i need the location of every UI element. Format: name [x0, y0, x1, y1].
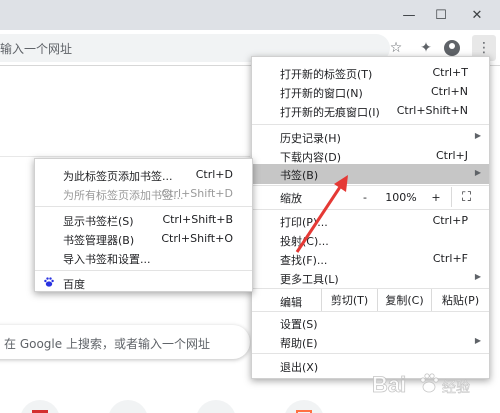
menu-item-shortcut: Ctrl+P: [432, 214, 468, 227]
edit-row: 编辑 剪切(T) 复制(C) 粘贴(P): [252, 289, 489, 311]
menu-item-label: 帮助(E): [280, 337, 318, 350]
menu-item-new-window[interactable]: 打开新的窗口(N) Ctrl+N: [252, 82, 489, 102]
menu-item-label: 显示书签栏(S): [63, 215, 134, 228]
address-bar-text: 输入一个网址: [0, 42, 73, 56]
menu-item-label: 书签(B): [280, 169, 319, 182]
menu-item-incognito[interactable]: 打开新的无痕窗口(I) Ctrl+Shift+N: [252, 101, 489, 121]
menu-divider: [252, 124, 489, 125]
menu-divider: [252, 209, 489, 210]
menu-item-label: 查找(F)...: [280, 254, 328, 267]
menu-item-label: 书签管理器(B): [63, 234, 135, 247]
menu-item-label: 投射(C)...: [280, 235, 329, 248]
copy-button[interactable]: 复制(C): [377, 289, 431, 311]
menu-item-show-bookmarks-bar[interactable]: 显示书签栏(S) Ctrl+Shift+B: [35, 210, 252, 229]
menu-item-label: 设置(S): [280, 318, 318, 331]
chrome-main-menu: 打开新的标签页(T) Ctrl+T 打开新的窗口(N) Ctrl+N 打开新的无…: [251, 56, 490, 379]
search-box[interactable]: 在 Google 上搜索，或者输入一个网址: [0, 325, 250, 359]
svg-text:经验: 经验: [442, 379, 470, 395]
zoom-in-button[interactable]: +: [421, 187, 451, 207]
menu-item-label: 百度: [63, 278, 85, 291]
submenu-arrow-icon: ▶: [474, 131, 481, 140]
menu-item-bookmark-manager[interactable]: 书签管理器(B) Ctrl+Shift+O: [35, 229, 252, 248]
menu-item-shortcut: Ctrl+J: [435, 149, 468, 162]
baidu-jingyan-watermark: Bai 经验: [372, 372, 471, 398]
menu-item-find[interactable]: 查找(F)... Ctrl+F: [252, 249, 489, 269]
submenu-arrow-icon: ▶: [474, 168, 481, 177]
menu-item-bookmarks[interactable]: 书签(B) ▶: [252, 164, 489, 184]
bookmarks-submenu: 为此标签页添加书签... Ctrl+D 为所有标签页添加书签... Ctrl+S…: [34, 158, 253, 292]
menu-item-label: 历史记录(H): [280, 132, 341, 145]
menu-item-help[interactable]: 帮助(E) ▶: [252, 332, 489, 352]
shortcut-tile[interactable]: [196, 400, 236, 413]
baidu-paw-icon: [44, 277, 54, 287]
shortcut-tile[interactable]: [20, 400, 60, 413]
menu-item-shortcut: Ctrl+Shift+N: [396, 104, 468, 117]
menu-item-shortcut: Ctrl+D: [195, 168, 233, 181]
menu-divider: [35, 270, 252, 271]
menu-item-bookmark-all-tabs: 为所有标签页添加书签... Ctrl+Shift+D: [35, 184, 252, 203]
watermark-paw-icon: [420, 373, 439, 393]
paste-button[interactable]: 粘贴(P): [431, 289, 489, 311]
shortcut-tile[interactable]: [108, 400, 148, 413]
menu-item-shortcut: Ctrl+T: [432, 66, 468, 79]
zoom-label: 缩放: [280, 192, 302, 205]
menu-item-shortcut: Ctrl+Shift+B: [162, 213, 233, 226]
edit-label: 编辑: [280, 296, 302, 309]
avatar[interactable]: [444, 40, 460, 56]
menu-divider: [35, 206, 252, 207]
close-icon[interactable]: ✕: [454, 0, 500, 30]
menu-item-label: 打开新的标签页(T): [280, 68, 373, 81]
title-bar: — ☐ ✕: [0, 0, 500, 30]
submenu-arrow-icon: ▶: [474, 336, 481, 345]
menu-item-label: 下载内容(D): [280, 151, 342, 164]
menu-item-bookmark-this-tab[interactable]: 为此标签页添加书签... Ctrl+D: [35, 165, 252, 184]
svg-text:Bai: Bai: [372, 372, 406, 397]
content-divider: [0, 67, 250, 157]
zoom-out-button[interactable]: -: [349, 187, 381, 207]
menu-item-baidu-bookmark[interactable]: 百度: [35, 273, 252, 292]
menu-item-shortcut: Ctrl+Shift+D: [161, 187, 233, 200]
submenu-arrow-icon: ▶: [474, 272, 481, 281]
menu-item-shortcut: Ctrl+N: [430, 85, 468, 98]
menu-item-new-tab[interactable]: 打开新的标签页(T) Ctrl+T: [252, 63, 489, 83]
menu-item-shortcut: Ctrl+Shift+O: [161, 232, 233, 245]
zoom-row: 缩放 - 100% + ⛶: [252, 185, 489, 209]
menu-item-cast[interactable]: 投射(C)...: [252, 230, 489, 250]
menu-item-print[interactable]: 打印(P)... Ctrl+P: [252, 211, 489, 231]
menu-item-shortcut: Ctrl+F: [432, 252, 468, 265]
menu-item-settings[interactable]: 设置(S): [252, 313, 489, 333]
menu-item-downloads[interactable]: 下载内容(D) Ctrl+J: [252, 146, 489, 166]
menu-item-label: 为此标签页添加书签...: [63, 170, 173, 183]
menu-item-label: 退出(X): [280, 361, 319, 374]
menu-item-history[interactable]: 历史记录(H) ▶: [252, 127, 489, 147]
fullscreen-icon[interactable]: ⛶: [451, 187, 481, 207]
shortcut-tile[interactable]: [284, 400, 324, 413]
menu-divider: [252, 353, 489, 354]
menu-item-label: 打印(P)...: [280, 216, 328, 229]
menu-divider: [252, 311, 489, 312]
menu-item-import-bookmarks[interactable]: 导入书签和设置...: [35, 248, 252, 267]
menu-item-label: 导入书签和设置...: [63, 253, 151, 266]
search-placeholder: 在 Google 上搜索，或者输入一个网址: [4, 337, 210, 351]
menu-item-label: 打开新的无痕窗口(I): [280, 106, 380, 119]
menu-item-label: 打开新的窗口(N): [280, 87, 363, 100]
menu-item-more-tools[interactable]: 更多工具(L) ▶: [252, 268, 489, 288]
zoom-value: 100%: [385, 190, 417, 204]
cut-button[interactable]: 剪切(T): [321, 289, 377, 311]
menu-item-label: 更多工具(L): [280, 273, 339, 286]
